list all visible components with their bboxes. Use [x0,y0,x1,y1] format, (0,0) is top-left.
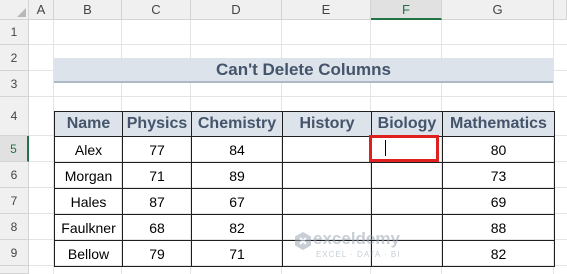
table-cell[interactable]: 79 [122,240,192,267]
table-cell[interactable] [371,162,443,189]
gridline [29,44,567,45]
header-physics[interactable]: Physics [122,111,192,137]
text-cursor [385,140,386,156]
column-header-f[interactable]: F [371,0,442,20]
header-biology[interactable]: Biology [371,111,443,137]
table-cell[interactable]: 68 [122,214,192,241]
table-cell[interactable]: Alex [54,136,123,163]
row-header-7[interactable]: 7 [0,188,29,214]
row-header-8[interactable]: 8 [0,214,29,240]
column-header-b[interactable]: B [54,0,122,20]
watermark-tagline: EXCEL · DATA · BI [316,250,401,259]
table-cell[interactable]: Morgan [54,162,123,189]
table-row: Alex 77 84 80 [54,136,555,163]
table-cell[interactable]: 73 [442,162,555,189]
table-row: Hales 87 67 69 [54,188,555,215]
row-header-4[interactable]: 4 [0,97,29,136]
spreadsheet: A B C D E F G 1 2 3 4 5 6 7 8 9 Can't De… [0,0,567,274]
watermark-name: exceldemy [313,229,400,248]
table-cell[interactable]: 71 [122,162,192,189]
table-cell[interactable] [282,188,372,215]
header-row: Name Physics Chemistry History Biology M… [54,111,555,137]
table-cell[interactable]: 88 [442,214,555,241]
table-row: Morgan 71 89 73 [54,162,555,189]
table-cell[interactable]: Bellow [54,240,123,267]
selected-cell-highlight[interactable] [369,135,439,162]
column-header-h[interactable] [554,0,567,20]
row-header-9[interactable]: 9 [0,240,29,266]
table-cell[interactable]: 80 [442,136,555,163]
table-cell[interactable] [282,136,372,163]
column-header-d[interactable]: D [191,0,282,20]
table-cell[interactable]: 87 [122,188,192,215]
gridline [29,96,567,97]
row-header-5[interactable]: 5 [0,136,29,162]
column-header-g[interactable]: G [442,0,554,20]
table-cell[interactable]: Faulkner [54,214,123,241]
table-cell[interactable]: 69 [442,188,555,215]
row-header-1[interactable]: 1 [0,20,29,45]
select-all-button[interactable] [0,0,29,20]
header-history[interactable]: History [282,111,372,137]
sheet-title[interactable]: Can't Delete Columns [54,58,553,83]
table-cell[interactable] [282,162,372,189]
table-cell[interactable]: 82 [191,214,283,241]
row-header-3[interactable]: 3 [0,71,29,97]
row-header-10[interactable] [0,266,29,274]
table-cell[interactable]: 84 [191,136,283,163]
table-cell[interactable]: 77 [122,136,192,163]
exceldemy-watermark: exceldemy EXCEL · DATA · BI [295,229,405,269]
column-header-a[interactable]: A [29,0,54,20]
header-chemistry[interactable]: Chemistry [191,111,283,137]
row-header-6[interactable]: 6 [0,162,29,188]
exceldemy-logo-icon [295,232,311,250]
column-header-c[interactable]: C [122,0,191,20]
header-mathematics[interactable]: Mathematics [442,111,555,137]
table-cell[interactable]: 71 [191,240,283,267]
column-header-e[interactable]: E [282,0,371,20]
table-cell[interactable] [371,188,443,215]
table-cell[interactable]: 82 [442,240,555,267]
row-header-2[interactable]: 2 [0,45,29,71]
header-name[interactable]: Name [54,111,123,137]
table-cell[interactable]: 89 [191,162,283,189]
table-cell[interactable]: 67 [191,188,283,215]
table-cell[interactable]: Hales [54,188,123,215]
